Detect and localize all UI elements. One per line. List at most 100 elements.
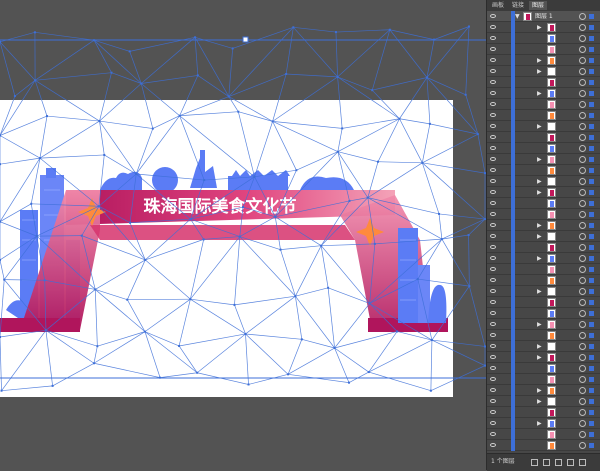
triangle-right-icon[interactable]: ▶ xyxy=(537,222,542,229)
mesh-anchor-point[interactable] xyxy=(272,120,274,122)
mesh-anchor-point[interactable] xyxy=(468,234,470,236)
layer-row[interactable]: ▶ xyxy=(487,319,600,330)
mesh-anchor-point[interactable] xyxy=(110,72,112,74)
selection-indicator[interactable] xyxy=(589,421,594,426)
mesh-anchor-point[interactable] xyxy=(368,371,370,373)
target-circle-icon[interactable] xyxy=(579,387,586,394)
target-circle-icon[interactable] xyxy=(579,178,586,185)
eye-icon[interactable] xyxy=(490,36,496,40)
mesh-anchor-point[interactable] xyxy=(96,345,98,347)
eye-icon[interactable] xyxy=(490,102,496,106)
eye-icon[interactable] xyxy=(490,333,496,337)
selection-indicator[interactable] xyxy=(589,168,594,173)
target-circle-icon[interactable] xyxy=(579,321,586,328)
layer-row[interactable]: ▶ xyxy=(487,154,600,165)
target-circle-icon[interactable] xyxy=(579,123,586,130)
selection-indicator[interactable] xyxy=(589,223,594,228)
eye-icon[interactable] xyxy=(490,223,496,227)
layer-row[interactable] xyxy=(487,242,600,253)
layer-row[interactable] xyxy=(487,143,600,154)
selection-indicator[interactable] xyxy=(589,432,594,437)
mesh-anchor-point[interactable] xyxy=(129,222,131,224)
selection-indicator[interactable] xyxy=(589,344,594,349)
eye-icon[interactable] xyxy=(490,25,496,29)
target-circle-icon[interactable] xyxy=(579,68,586,75)
mesh-anchor-point[interactable] xyxy=(189,298,191,300)
mesh-anchor-point[interactable] xyxy=(477,133,479,135)
layer-row[interactable] xyxy=(487,407,600,418)
layer-row[interactable] xyxy=(487,209,600,220)
mesh-anchor-point[interactable] xyxy=(140,83,142,85)
selection-indicator[interactable] xyxy=(589,366,594,371)
selection-indicator[interactable] xyxy=(589,267,594,272)
eye-icon[interactable] xyxy=(490,47,496,51)
layer-row[interactable]: ▶ xyxy=(487,253,600,264)
selection-indicator[interactable] xyxy=(589,212,594,217)
eye-icon[interactable] xyxy=(490,190,496,194)
target-circle-icon[interactable] xyxy=(579,24,586,31)
target-circle-icon[interactable] xyxy=(579,431,586,438)
layer-row[interactable]: ▶ xyxy=(487,176,600,187)
selection-indicator[interactable] xyxy=(589,36,594,41)
eye-icon[interactable] xyxy=(490,80,496,84)
mesh-anchor-point[interactable] xyxy=(93,362,95,364)
selection-indicator[interactable] xyxy=(589,69,594,74)
layer-row[interactable] xyxy=(487,99,600,110)
layer-row[interactable] xyxy=(487,44,600,55)
selection-indicator[interactable] xyxy=(589,355,594,360)
eye-icon[interactable] xyxy=(490,366,496,370)
selection-indicator[interactable] xyxy=(589,91,594,96)
eye-icon[interactable] xyxy=(490,267,496,271)
eye-icon[interactable] xyxy=(490,14,496,18)
mesh-anchor-point[interactable] xyxy=(430,390,432,392)
eye-icon[interactable] xyxy=(490,355,496,359)
mesh-anchor-point[interactable] xyxy=(327,287,329,289)
eye-icon[interactable] xyxy=(490,421,496,425)
eye-icon[interactable] xyxy=(490,388,496,392)
selection-indicator[interactable] xyxy=(589,399,594,404)
layer-row[interactable] xyxy=(487,429,600,440)
eye-icon[interactable] xyxy=(490,432,496,436)
layer-row[interactable] xyxy=(487,308,600,319)
eye-icon[interactable] xyxy=(490,322,496,326)
mesh-anchor-point[interactable] xyxy=(285,73,287,75)
trash-icon[interactable] xyxy=(579,459,586,466)
eye-icon[interactable] xyxy=(490,289,496,293)
triangle-right-icon[interactable]: ▶ xyxy=(537,123,542,130)
target-circle-icon[interactable] xyxy=(579,90,586,97)
mesh-anchor-point[interactable] xyxy=(196,372,198,374)
target-circle-icon[interactable] xyxy=(579,398,586,405)
target-circle-icon[interactable] xyxy=(579,156,586,163)
layer-row[interactable]: ▶ xyxy=(487,55,600,66)
new-sublayer-icon[interactable] xyxy=(555,459,562,466)
mesh-anchor-point[interactable] xyxy=(438,213,440,215)
mesh-anchor-point[interactable] xyxy=(287,373,289,375)
mesh-anchor-point[interactable] xyxy=(441,238,443,240)
target-circle-icon[interactable] xyxy=(579,189,586,196)
mesh-anchor-point[interactable] xyxy=(337,151,339,153)
target-circle-icon[interactable] xyxy=(579,332,586,339)
mesh-anchor-point[interactable] xyxy=(0,221,1,223)
mesh-anchor-point[interactable] xyxy=(3,279,5,281)
mesh-anchor-point[interactable] xyxy=(36,235,38,237)
mesh-anchor-point[interactable] xyxy=(341,127,343,129)
selection-center-handle[interactable] xyxy=(243,37,248,42)
selection-indicator[interactable] xyxy=(589,47,594,52)
layer-row[interactable] xyxy=(487,330,600,341)
target-circle-icon[interactable] xyxy=(579,46,586,53)
layer-row[interactable] xyxy=(487,198,600,209)
triangle-right-icon[interactable]: ▶ xyxy=(537,343,542,350)
target-circle-icon[interactable] xyxy=(579,255,586,262)
layer-row[interactable]: ▶ xyxy=(487,22,600,33)
target-circle-icon[interactable] xyxy=(579,376,586,383)
target-circle-icon[interactable] xyxy=(579,277,586,284)
layer-row[interactable] xyxy=(487,77,600,88)
mesh-anchor-point[interactable] xyxy=(0,336,1,338)
mesh-anchor-point[interactable] xyxy=(98,205,100,207)
target-circle-icon[interactable] xyxy=(579,343,586,350)
layer-row-parent[interactable]: ▼ 图层 1 xyxy=(487,11,600,22)
selection-indicator[interactable] xyxy=(589,234,594,239)
mesh-anchor-point[interactable] xyxy=(398,118,400,120)
triangle-right-icon[interactable]: ▶ xyxy=(537,233,542,240)
target-circle-icon[interactable] xyxy=(579,354,586,361)
